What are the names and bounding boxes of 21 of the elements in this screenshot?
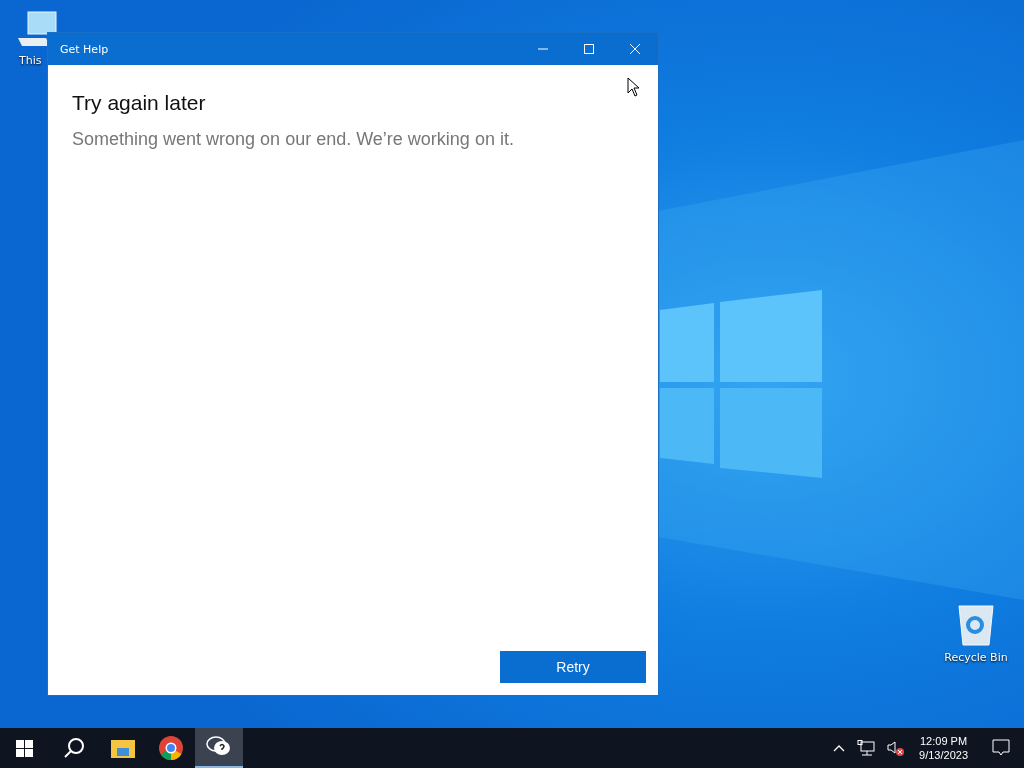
folder-icon [111, 738, 135, 758]
retry-button[interactable]: Retry [500, 651, 646, 683]
desktop-icon-label[interactable]: Recycle Bin [944, 651, 1008, 664]
close-icon [630, 44, 640, 54]
recycle-bin-icon[interactable] [956, 603, 996, 647]
notification-icon[interactable] [992, 739, 1010, 757]
help-app-button[interactable] [195, 728, 243, 768]
chevron-up-icon[interactable] [833, 744, 846, 752]
window-title: Get Help [59, 42, 110, 56]
volume-icon[interactable] [887, 740, 906, 756]
maximize-icon [584, 44, 594, 54]
error-heading: Try again later [72, 91, 207, 115]
search-icon[interactable] [63, 737, 85, 759]
browser-icon [159, 736, 183, 760]
mouse-cursor-icon [627, 77, 640, 97]
desktop-icon-label[interactable]: This [19, 54, 42, 67]
clock-time[interactable]: 12:09 PM [920, 735, 968, 747]
network-icon[interactable] [857, 740, 876, 756]
windows-start-icon[interactable] [16, 739, 33, 757]
error-message: Something went wrong on our end. We’re working on it. [72, 129, 515, 150]
clock-date[interactable]: 9/13/2023 [919, 749, 968, 761]
